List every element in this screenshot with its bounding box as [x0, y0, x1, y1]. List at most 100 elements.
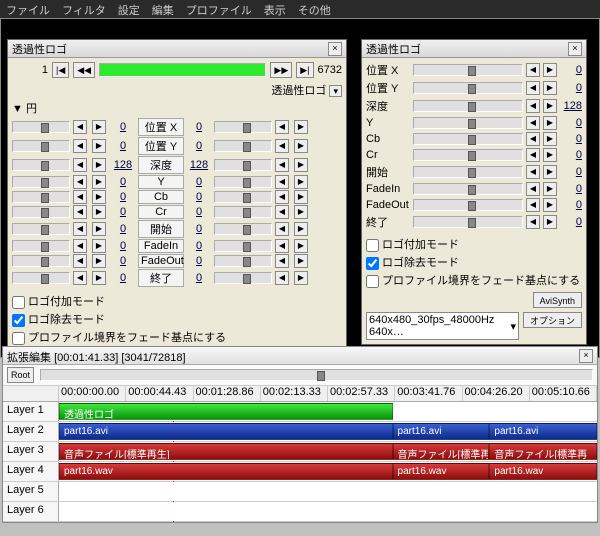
slider-right[interactable] — [214, 255, 272, 267]
spin-right-icon[interactable]: ▶ — [543, 148, 557, 162]
track-row[interactable]: Layer 3音声ファイル[標準再生]音声ファイル[標準再音声ファイル[標準再 — [3, 442, 597, 462]
value[interactable]: 128 — [560, 100, 582, 112]
slider-left[interactable] — [12, 159, 70, 171]
format-combo[interactable]: 640x480_30fps_48000Hz 640x…▾ — [366, 312, 519, 340]
slider-left[interactable] — [12, 223, 70, 235]
value-right[interactable]: 0 — [187, 223, 211, 235]
menu-bar[interactable]: ファイルフィルタ設定編集プロファイル表示その他 — [0, 0, 600, 18]
track-content[interactable]: 透過性ロゴ — [59, 402, 597, 421]
timeline-titlebar[interactable]: 拡張編集 [00:01:41.33] [3041/72818] × — [3, 347, 597, 365]
track-content[interactable] — [59, 502, 597, 521]
value[interactable]: 0 — [560, 133, 582, 145]
clip[interactable]: part16.avi — [59, 423, 393, 440]
spin-left-icon[interactable]: ◀ — [73, 139, 87, 153]
option-button[interactable]: オプション — [523, 312, 582, 328]
clip[interactable]: 音声ファイル[標準再 — [489, 443, 597, 460]
spin-left-icon[interactable]: ◀ — [526, 99, 540, 113]
slider[interactable] — [413, 64, 523, 76]
menu-item[interactable]: ファイル — [6, 2, 50, 16]
clip[interactable]: part16.wav — [59, 463, 393, 480]
track-row[interactable]: Layer 4part16.wavpart16.wavpart16.wav — [3, 462, 597, 482]
value[interactable]: 0 — [560, 149, 582, 161]
spin-left-icon[interactable]: ◀ — [275, 205, 289, 219]
spin-left-icon[interactable]: ◀ — [526, 215, 540, 229]
slider-right[interactable] — [214, 272, 272, 284]
spin-right-icon[interactable]: ▶ — [543, 63, 557, 77]
toggle-label[interactable]: 円 — [26, 103, 37, 115]
close-icon[interactable]: × — [328, 42, 342, 56]
spin-right-icon[interactable]: ▶ — [92, 139, 106, 153]
slider-right[interactable] — [214, 176, 272, 188]
seek-first-icon[interactable]: |◀ — [52, 62, 69, 78]
value-left[interactable]: 0 — [111, 140, 135, 152]
value[interactable]: 0 — [560, 64, 582, 76]
seek-last-icon[interactable]: ▶| — [296, 62, 313, 78]
slider-right[interactable] — [214, 159, 272, 171]
value-left[interactable]: 0 — [111, 191, 135, 203]
menu-item[interactable]: 設定 — [118, 2, 140, 16]
spin-left-icon[interactable]: ◀ — [73, 254, 87, 268]
spin-right-icon[interactable]: ▶ — [543, 198, 557, 212]
value-left[interactable]: 128 — [111, 159, 135, 171]
track-row[interactable]: Layer 6 — [3, 502, 597, 522]
panel2-titlebar[interactable]: 透過性ロゴ × — [362, 40, 586, 58]
seek-prev-icon[interactable]: ◀◀ — [73, 62, 95, 78]
track-row[interactable]: Layer 1透過性ロゴ — [3, 402, 597, 422]
clip[interactable]: 透過性ロゴ — [59, 403, 393, 420]
value-right[interactable]: 0 — [187, 191, 211, 203]
slider[interactable] — [413, 166, 523, 178]
spin-right-icon[interactable]: ▶ — [294, 271, 308, 285]
slider-right[interactable] — [214, 240, 272, 252]
value-right[interactable]: 0 — [187, 121, 211, 133]
spin-right-icon[interactable]: ▶ — [294, 205, 308, 219]
value[interactable]: 0 — [560, 166, 582, 178]
spin-left-icon[interactable]: ◀ — [73, 175, 87, 189]
spin-right-icon[interactable]: ▶ — [543, 182, 557, 196]
slider-left[interactable] — [12, 176, 70, 188]
param-label[interactable]: 開始 — [138, 220, 184, 238]
slider-left[interactable] — [12, 121, 70, 133]
spin-right-icon[interactable]: ▶ — [92, 175, 106, 189]
slider-left[interactable] — [12, 272, 70, 284]
check-add-mode-2[interactable]: ロゴ付加モード — [366, 236, 582, 252]
spin-right-icon[interactable]: ▶ — [92, 271, 106, 285]
panel1-titlebar[interactable]: 透過性ロゴ × — [8, 40, 346, 58]
slider-right[interactable] — [214, 206, 272, 218]
spin-right-icon[interactable]: ▶ — [92, 120, 106, 134]
track-content[interactable]: part16.avipart16.avipart16.avi — [59, 422, 597, 441]
logo-dropdown-icon[interactable]: ▾ — [329, 85, 342, 97]
spin-right-icon[interactable]: ▶ — [294, 190, 308, 204]
close-icon[interactable]: × — [568, 42, 582, 56]
close-icon[interactable]: × — [579, 349, 593, 363]
spin-right-icon[interactable]: ▶ — [92, 222, 106, 236]
param-label[interactable]: Y — [138, 175, 184, 189]
spin-left-icon[interactable]: ◀ — [275, 139, 289, 153]
slider[interactable] — [413, 117, 523, 129]
spin-left-icon[interactable]: ◀ — [526, 116, 540, 130]
slider[interactable] — [413, 199, 523, 211]
value[interactable]: 0 — [560, 117, 582, 129]
spin-right-icon[interactable]: ▶ — [92, 190, 106, 204]
check-fade-edge-2[interactable]: プロファイル境界をフェード基点にする — [366, 272, 582, 288]
param-label[interactable]: FadeOut — [138, 254, 184, 268]
value-left[interactable]: 0 — [111, 272, 135, 284]
value-left[interactable]: 0 — [111, 223, 135, 235]
slider[interactable] — [413, 82, 523, 94]
root-button[interactable]: Root — [7, 367, 34, 383]
slider-right[interactable] — [214, 140, 272, 152]
spin-left-icon[interactable]: ◀ — [275, 158, 289, 172]
value[interactable]: 0 — [560, 82, 582, 94]
value-right[interactable]: 0 — [187, 206, 211, 218]
spin-left-icon[interactable]: ◀ — [526, 148, 540, 162]
value[interactable]: 0 — [560, 199, 582, 211]
spin-left-icon[interactable]: ◀ — [275, 190, 289, 204]
track-content[interactable]: 音声ファイル[標準再生]音声ファイル[標準再音声ファイル[標準再 — [59, 442, 597, 461]
slider[interactable] — [413, 183, 523, 195]
spin-right-icon[interactable]: ▶ — [543, 81, 557, 95]
value-right[interactable]: 0 — [187, 240, 211, 252]
value[interactable]: 0 — [560, 216, 582, 228]
spin-right-icon[interactable]: ▶ — [294, 222, 308, 236]
spin-right-icon[interactable]: ▶ — [92, 205, 106, 219]
value-right[interactable]: 128 — [187, 159, 211, 171]
clip[interactable]: part16.wav — [393, 463, 490, 480]
